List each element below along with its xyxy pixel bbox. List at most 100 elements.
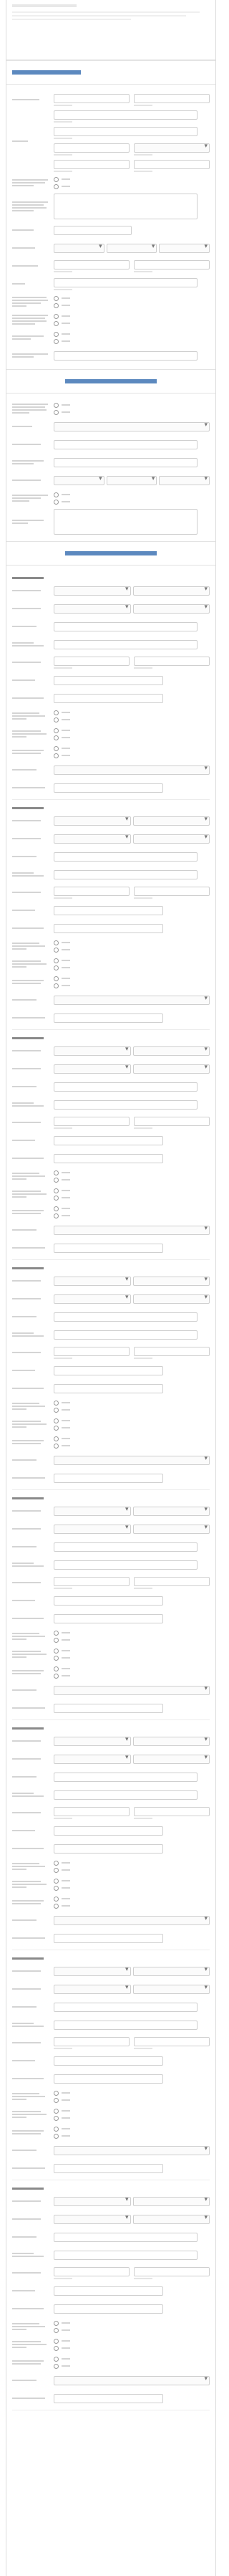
date-select[interactable] (54, 815, 131, 826)
date-select[interactable] (132, 2195, 210, 2206)
text-input[interactable] (54, 1135, 163, 1145)
radio-option[interactable] (54, 1188, 210, 1193)
radio-option[interactable] (54, 745, 210, 751)
radio-option[interactable] (54, 1666, 210, 1671)
date-select[interactable] (159, 242, 210, 253)
radio-option[interactable] (54, 1896, 210, 1902)
text-input[interactable] (54, 693, 163, 703)
text-input[interactable] (54, 225, 132, 235)
radio-option[interactable] (54, 2115, 210, 2121)
date-select[interactable] (54, 833, 131, 844)
text-input[interactable] (54, 110, 198, 120)
text-input[interactable] (54, 2250, 198, 2260)
radio-option[interactable] (54, 1630, 210, 1636)
text-input[interactable] (134, 886, 210, 896)
date-select[interactable] (132, 1965, 210, 1976)
date-select[interactable] (159, 474, 210, 485)
date-select[interactable] (132, 1293, 210, 1304)
radio-option[interactable] (54, 983, 210, 988)
date-select[interactable] (54, 585, 131, 596)
text-input[interactable] (54, 886, 130, 896)
date-select[interactable] (54, 1293, 131, 1304)
radio-option[interactable] (54, 1860, 210, 1866)
date-select[interactable] (132, 1063, 210, 1074)
radio-option[interactable] (54, 183, 210, 189)
date-select[interactable] (132, 1983, 210, 1994)
text-input[interactable] (54, 143, 130, 153)
text-input[interactable] (54, 1153, 163, 1163)
date-select[interactable] (54, 242, 104, 253)
radio-option[interactable] (54, 1213, 210, 1218)
date-select[interactable] (132, 1523, 210, 1534)
text-input[interactable] (54, 1806, 130, 1816)
radio-option[interactable] (54, 2363, 210, 2369)
date-select[interactable] (54, 1275, 131, 1286)
text-input[interactable] (134, 1806, 210, 1816)
date-select[interactable] (54, 1523, 131, 1534)
radio-option[interactable] (54, 735, 210, 740)
radio-option[interactable] (54, 1903, 210, 1909)
select-dropdown[interactable] (54, 1914, 210, 1925)
radio-option[interactable] (54, 1443, 210, 1449)
radio-option[interactable] (54, 717, 210, 722)
radio-option[interactable] (54, 1400, 210, 1406)
text-input[interactable] (54, 277, 198, 287)
radio-option[interactable] (54, 1885, 210, 1891)
radio-option[interactable] (54, 2133, 210, 2139)
text-input[interactable] (54, 869, 198, 879)
radio-option[interactable] (54, 2338, 210, 2344)
select-dropdown[interactable] (54, 2145, 210, 2155)
text-input[interactable] (54, 1312, 198, 1322)
text-input[interactable] (54, 457, 198, 467)
select-dropdown[interactable] (54, 2375, 210, 2385)
radio-option[interactable] (54, 710, 210, 715)
text-input[interactable] (54, 1116, 130, 1126)
radio-option[interactable] (54, 302, 210, 308)
text-input[interactable] (134, 1576, 210, 1586)
text-input[interactable] (54, 350, 198, 361)
date-select[interactable] (132, 1753, 210, 1764)
date-select[interactable] (132, 833, 210, 844)
date-select[interactable] (54, 1735, 131, 1746)
radio-option[interactable] (54, 2126, 210, 2132)
date-select[interactable] (54, 474, 104, 485)
date-select[interactable] (54, 2213, 131, 2224)
text-input[interactable] (134, 1346, 210, 1356)
radio-option[interactable] (54, 753, 210, 758)
date-select[interactable] (132, 2213, 210, 2224)
radio-option[interactable] (54, 2320, 210, 2326)
radio-option[interactable] (54, 1195, 210, 1201)
radio-option[interactable] (54, 1648, 210, 1654)
text-input[interactable] (54, 2020, 198, 2030)
date-select[interactable] (106, 474, 157, 485)
date-select[interactable] (54, 1983, 131, 1994)
text-area[interactable] (54, 194, 198, 219)
text-input[interactable] (54, 1099, 198, 1110)
text-input[interactable] (54, 439, 198, 449)
radio-option[interactable] (54, 1170, 210, 1175)
text-input[interactable] (54, 621, 198, 631)
select-dropdown[interactable] (54, 764, 210, 775)
radio-option[interactable] (54, 1407, 210, 1413)
text-input[interactable] (54, 1576, 130, 1586)
date-select[interactable] (54, 1505, 131, 1516)
radio-option[interactable] (54, 1878, 210, 1884)
radio-option[interactable] (54, 965, 210, 970)
text-input[interactable] (54, 1542, 198, 1552)
radio-option[interactable] (54, 2090, 210, 2096)
radio-option[interactable] (54, 1418, 210, 1423)
text-input[interactable] (54, 2304, 163, 2314)
text-input[interactable] (54, 1013, 163, 1023)
date-select[interactable] (132, 815, 210, 826)
text-input[interactable] (54, 1595, 163, 1606)
radio-option[interactable] (54, 499, 210, 505)
select-dropdown[interactable] (134, 142, 210, 153)
text-input[interactable] (54, 2266, 130, 2276)
date-select[interactable] (54, 1965, 131, 1976)
radio-option[interactable] (54, 176, 210, 182)
text-input[interactable] (54, 2163, 163, 2173)
text-input[interactable] (54, 905, 163, 915)
radio-option[interactable] (54, 947, 210, 953)
text-input[interactable] (134, 160, 210, 169)
radio-option[interactable] (54, 295, 210, 301)
